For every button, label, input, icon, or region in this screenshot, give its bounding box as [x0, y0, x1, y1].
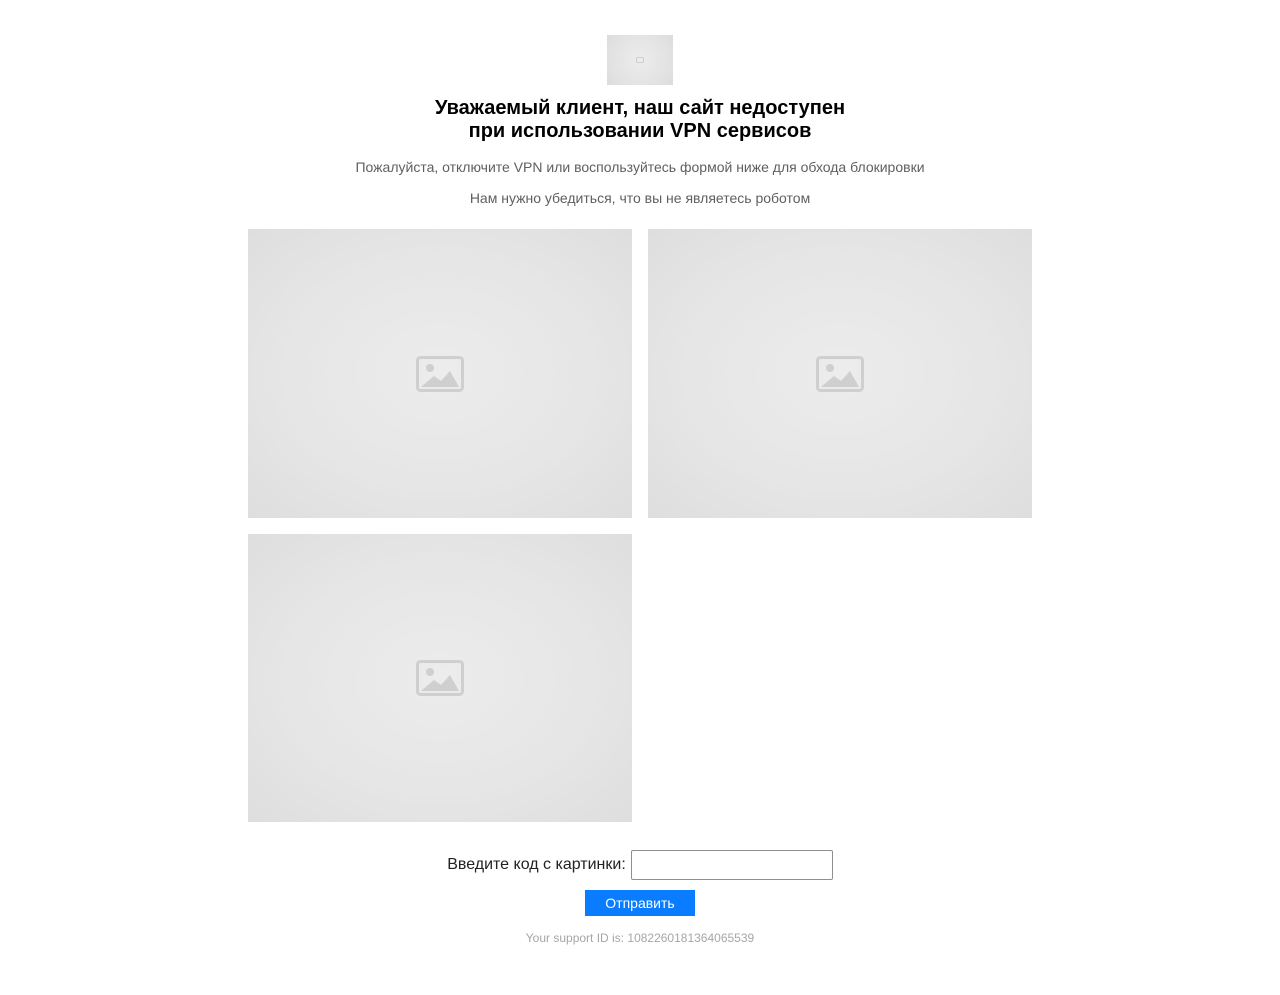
page-title-line-1: Уважаемый клиент, наш сайт недоступен — [434, 97, 846, 119]
captcha-code-form: Введите код с картинки: — [0, 849, 1280, 881]
captcha-image-2[interactable] — [648, 229, 1032, 518]
submit-button[interactable]: Отправить — [585, 890, 695, 916]
image-placeholder-icon — [416, 660, 464, 696]
logo-broken-image-icon — [636, 57, 644, 63]
image-placeholder-icon — [816, 355, 864, 392]
captcha-code-input[interactable] — [630, 850, 833, 880]
logo-image-placeholder — [607, 35, 673, 85]
page-title-line-2: при использовании VPN сервисов — [468, 120, 812, 142]
captcha-image-3[interactable] — [248, 534, 632, 822]
vpn-instruction-text: Пожалуйста, отключите VPN или воспользуй… — [355, 159, 925, 175]
vpn-block-page: Уважаемый клиент, наш сайт недоступен пр… — [0, 0, 1280, 995]
image-placeholder-icon — [416, 355, 464, 392]
captcha-code-label: Введите код с картинки: — [447, 856, 626, 873]
page-title: Уважаемый клиент, наш сайт недоступен пр… — [0, 97, 1280, 143]
captcha-image-1[interactable] — [248, 229, 632, 518]
support-id-text: Your support ID is: 1082260181364065539 — [525, 931, 755, 945]
robot-check-text: Нам нужно убедиться, что вы не являетесь… — [469, 190, 811, 206]
